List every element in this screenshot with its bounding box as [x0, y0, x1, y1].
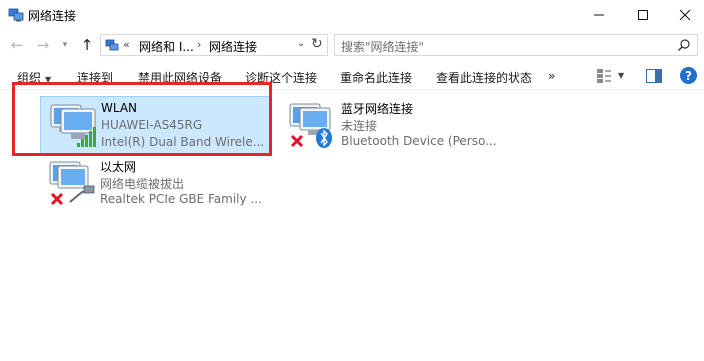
maximize-button[interactable]	[620, 0, 666, 30]
back-button[interactable]: ←	[8, 35, 26, 55]
breadcrumb-network-connections[interactable]: 网络连接	[209, 38, 257, 55]
connection-ethernet[interactable]: 以太网 网络电缆被拔出 Realtek PCIe GBE Family ...	[42, 156, 282, 212]
preview-pane-icon[interactable]	[646, 69, 662, 83]
connection-status: 未连接	[341, 119, 378, 133]
connection-device: Realtek PCIe GBE Family ...	[100, 192, 262, 206]
app-network-icon	[8, 8, 24, 22]
connection-name: 蓝牙网络连接	[341, 102, 414, 116]
up-button[interactable]: ↑	[78, 35, 96, 55]
breadcrumb-overflow[interactable]: «	[123, 38, 130, 51]
address-bar[interactable]: « 网络和 I... › 网络连接 ⌄ ↻	[100, 34, 328, 56]
connection-device: Bluetooth Device (Perso...	[341, 134, 497, 148]
more-commands-button[interactable]: »	[548, 69, 555, 83]
connection-status: 网络电缆被拔出	[100, 177, 185, 191]
up-icon: ↑	[80, 36, 94, 54]
error-x-icon	[290, 134, 304, 148]
window-title: 网络连接	[28, 9, 77, 23]
forward-icon: →	[36, 36, 50, 54]
breadcrumb-separator[interactable]: ›	[197, 38, 201, 51]
search-icon[interactable]	[677, 38, 691, 52]
close-button[interactable]	[662, 0, 704, 30]
search-input[interactable]: 搜索"网络连接"	[341, 38, 424, 55]
help-icon[interactable]: ?	[680, 67, 697, 84]
connection-name: 以太网	[100, 160, 137, 174]
chevron-down-icon: ▾	[62, 40, 68, 50]
forward-button[interactable]: →	[34, 35, 52, 55]
view-options-dropdown[interactable]: ▼	[618, 71, 624, 80]
view-status-button[interactable]: 查看此连接的状态	[436, 69, 532, 86]
ethernet-adapter-icon	[49, 161, 95, 206]
address-network-icon	[105, 39, 119, 51]
search-box[interactable]: 搜索"网络连接"	[334, 34, 698, 56]
back-icon: ←	[10, 36, 24, 54]
minimize-icon	[594, 14, 604, 16]
connection-bluetooth[interactable]: 蓝牙网络连接 未连接 Bluetooth Device (Perso...	[284, 98, 524, 154]
refresh-icon[interactable]: ↻	[311, 36, 323, 52]
breadcrumb-network-internet[interactable]: 网络和 I...	[139, 38, 194, 55]
address-dropdown-button[interactable]: ⌄	[297, 38, 305, 49]
close-icon	[679, 9, 691, 21]
bluetooth-adapter-icon	[289, 103, 332, 148]
minimize-button[interactable]	[576, 0, 622, 30]
maximize-icon	[638, 10, 648, 20]
title-bar: 网络连接	[0, 0, 704, 30]
bluetooth-icon	[316, 128, 332, 148]
recent-locations-button[interactable]: ▾	[56, 35, 74, 55]
highlight-annotation-box	[12, 82, 272, 156]
view-icon[interactable]	[596, 68, 612, 84]
navigation-bar: ← → ▾ ↑ « 网络和 I... › 网络连接 ⌄ ↻ 搜索"网络连接"	[0, 30, 704, 60]
error-x-icon	[50, 192, 64, 206]
rename-button[interactable]: 重命名此连接	[340, 69, 412, 86]
